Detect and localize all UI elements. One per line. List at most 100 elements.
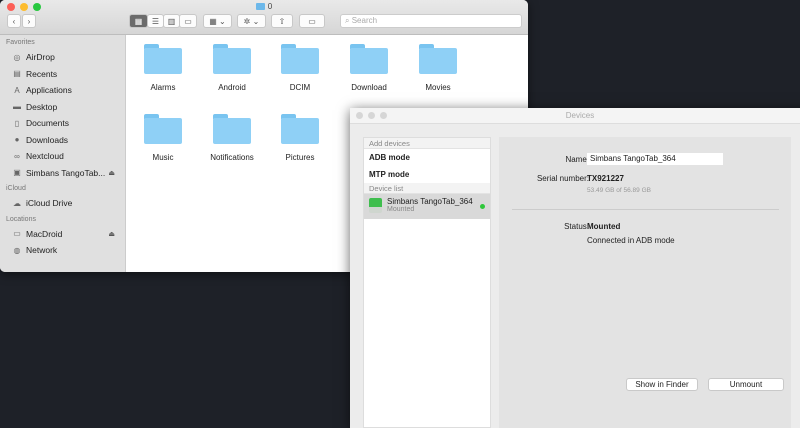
title-text: 0 (267, 2, 273, 11)
device-icon: ▣ (13, 168, 21, 178)
window-title: 0 (0, 2, 528, 11)
eject-icon[interactable]: ⏏ (108, 230, 115, 238)
label: Network (26, 245, 58, 256)
device-name: Simbans TangoTab_364 (387, 197, 473, 206)
folder-label: Download (351, 83, 387, 92)
desktop-icon: ▬ (13, 102, 21, 112)
share-button[interactable]: ⇧ (271, 14, 293, 28)
forward-button[interactable]: › (22, 14, 36, 28)
folder-label: Movies (425, 83, 451, 92)
folder-icon (255, 3, 265, 10)
close-button[interactable] (356, 112, 363, 119)
show-in-finder-button[interactable]: Show in Finder (626, 378, 698, 391)
finder-toolbar: 0 ‹ › ▦ ☰ ▥ ▭ ▦ ⌄ ✲ ⌄ ⇧ ▭ ⌕ Search (0, 0, 528, 35)
folder-item[interactable]: Pictures (265, 114, 335, 162)
zoom-button[interactable] (380, 112, 387, 119)
folder-label: Notifications (210, 153, 254, 162)
folder-icon (213, 114, 251, 144)
search-placeholder: Search (351, 16, 378, 25)
serial-value: TX921227 (587, 174, 624, 183)
devices-window: Devices Add devices ADB mode MTP mode De… (350, 108, 800, 428)
sidebar-item-downloads[interactable]: ● Downloads (0, 132, 125, 149)
sidebar-item-macdroid[interactable]: ▭ MacDroid ⏏ (0, 226, 125, 243)
documents-icon: ▯ (14, 118, 20, 128)
window-title: Devices (565, 111, 595, 120)
section-favorites: Favorites (6, 39, 35, 46)
label: Nextcloud (26, 151, 64, 162)
folder-icon (213, 44, 251, 74)
label: AirDrop (26, 52, 55, 63)
mtp-mode-item[interactable]: MTP mode (364, 166, 490, 183)
folder-icon (419, 44, 457, 74)
sidebar-item-desktop[interactable]: ▬ Desktop (0, 99, 125, 116)
adb-mode-item[interactable]: ADB mode (364, 149, 490, 166)
label: Simbans TangoTab... (26, 167, 106, 178)
label: MacDroid (26, 228, 63, 239)
serial-label: Serial number: (536, 174, 589, 183)
folder-icon (144, 44, 182, 74)
folder-item[interactable]: Download (334, 44, 404, 92)
search-icon: ⌕ (345, 16, 352, 25)
sidebar-item-airdrop[interactable]: ◎ AirDrop (0, 49, 125, 66)
downloads-icon: ● (14, 135, 20, 145)
sidebar-item-simbans[interactable]: ▣ Simbans TangoTab... ⏏ (0, 165, 125, 182)
sidebar-item-recents[interactable]: ▤ Recents (0, 66, 125, 83)
sidebar-item-applications[interactable]: A Applications (0, 82, 125, 99)
applications-icon: A (14, 85, 20, 95)
folder-icon (144, 114, 182, 144)
section-locations: Locations (6, 215, 36, 223)
android-device-icon (369, 198, 382, 213)
action-gear-button[interactable]: ✲ ⌄ (237, 14, 266, 28)
divider (512, 209, 779, 210)
section-add-devices: Add devices (364, 138, 490, 149)
label: Documents (26, 118, 69, 129)
unmount-button[interactable]: Unmount (708, 378, 784, 391)
device-list-item[interactable]: Simbans TangoTab_364 Mounted (364, 194, 490, 219)
search-input[interactable]: ⌕ Search (340, 14, 522, 28)
folder-label: DCIM (289, 83, 311, 92)
status-value: Mounted (587, 222, 621, 231)
folder-label: Alarms (150, 83, 176, 92)
column-view-button[interactable]: ▥ (163, 14, 180, 28)
label: Downloads (26, 134, 69, 145)
label: iCloud Drive (26, 198, 73, 209)
sidebar-item-documents[interactable]: ▯ Documents (0, 115, 125, 132)
sidebar-item-icloud-drive[interactable]: ☁ iCloud Drive (0, 195, 125, 212)
devices-titlebar: Devices (350, 108, 800, 124)
folder-label: Pictures (285, 153, 315, 162)
sidebar-item-network[interactable]: ◍ Network (0, 242, 125, 259)
folder-icon (350, 44, 388, 74)
group-button[interactable]: ▦ ⌄ (203, 14, 232, 28)
folder-icon (281, 44, 319, 74)
folder-item[interactable]: Music (128, 114, 198, 162)
label: Applications (26, 85, 72, 96)
folder-label: Music (152, 153, 174, 162)
list-view-button[interactable]: ☰ (147, 14, 164, 28)
status-detail: Connected in ADB mode (587, 236, 675, 245)
name-field[interactable]: Simbans TangoTab_364 (587, 153, 723, 165)
device-status: Mounted (387, 206, 415, 213)
disk-icon: ▭ (13, 229, 21, 239)
icon-view-button[interactable]: ▦ (129, 14, 148, 28)
recents-icon: ▤ (13, 69, 21, 79)
minimize-button[interactable] (368, 112, 375, 119)
status-label: Status: (564, 222, 589, 231)
folder-item[interactable]: DCIM (265, 44, 335, 92)
window-controls (356, 112, 387, 119)
network-icon: ◍ (13, 245, 21, 255)
gallery-view-button[interactable]: ▭ (179, 14, 197, 28)
tags-button[interactable]: ▭ (299, 14, 325, 28)
eject-icon[interactable]: ⏏ (108, 169, 115, 177)
folder-item[interactable]: Movies (403, 44, 473, 92)
folder-item[interactable]: Android (197, 44, 267, 92)
device-details: Name: Simbans TangoTab_364 Serial number… (499, 137, 791, 428)
label: Recents (26, 68, 58, 79)
section-device-list: Device list (364, 183, 490, 194)
folder-item[interactable]: Alarms (128, 44, 198, 92)
sidebar-item-nextcloud[interactable]: ∞ Nextcloud (0, 148, 125, 165)
folder-item[interactable]: Notifications (197, 114, 267, 162)
storage-info: 53.49 GB of 56.89 GB (587, 187, 651, 194)
back-button[interactable]: ‹ (7, 14, 21, 28)
folder-label: Android (218, 83, 246, 92)
finder-sidebar: Favorites ◎ AirDrop ▤ Recents A Application… (0, 35, 126, 272)
